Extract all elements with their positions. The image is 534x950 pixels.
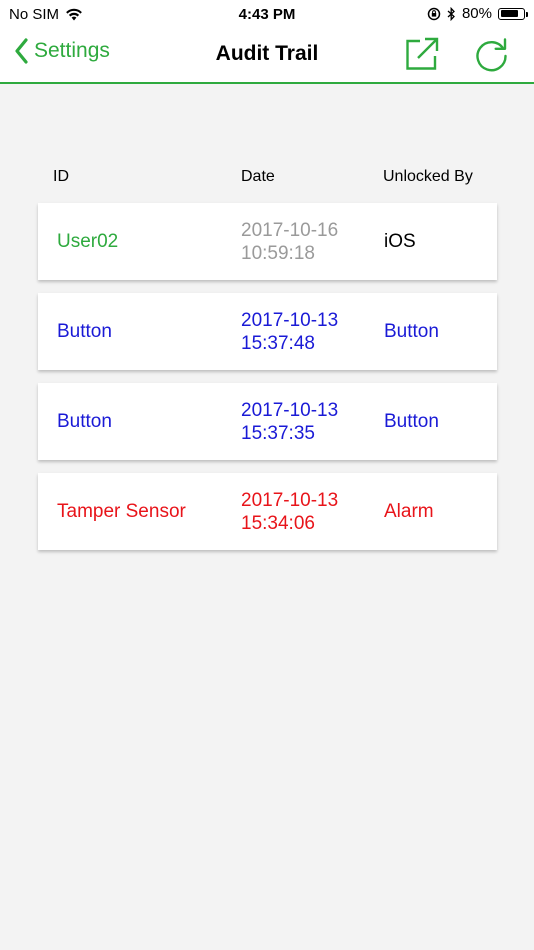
row-id: Button xyxy=(57,320,112,342)
row-date-time: 15:34:06 xyxy=(241,513,315,534)
refresh-icon xyxy=(476,38,507,72)
row-id: User02 xyxy=(57,230,119,252)
row-date-time: 10:59:18 xyxy=(241,243,315,264)
battery-icon xyxy=(498,7,528,20)
audit-list: User02 2017-10-16 10:59:18 iOS Button 20… xyxy=(38,203,497,563)
row-date-day: 2017-10-13 xyxy=(241,400,339,421)
page-title: Audit Trail xyxy=(215,42,319,65)
row-id: Tamper Sensor xyxy=(57,500,186,522)
row-id: Button xyxy=(57,410,112,432)
audit-row[interactable]: Button 2017-10-13 15:37:35 Button xyxy=(38,383,497,460)
row-date: 2017-10-13 15:34:06 xyxy=(241,489,338,535)
battery-tip xyxy=(526,11,528,17)
row-unlocked-by: Button xyxy=(384,410,439,432)
header-date: Date xyxy=(241,168,275,185)
row-date-time: 15:37:35 xyxy=(241,423,315,444)
row-date: 2017-10-13 15:37:35 xyxy=(241,399,338,445)
row-date-day: 2017-10-13 xyxy=(241,310,339,331)
audit-row[interactable]: Button 2017-10-13 15:37:48 Button xyxy=(38,293,497,370)
battery-fill xyxy=(500,10,519,17)
row-date-time: 15:37:48 xyxy=(241,333,315,354)
audit-row[interactable]: Tamper Sensor 2017-10-13 15:34:06 Alarm xyxy=(38,473,497,550)
status-right: 80% xyxy=(427,5,528,22)
status-bar: No SIM 4:43 PM 80% xyxy=(0,0,534,30)
export-button[interactable] xyxy=(404,36,440,72)
orientation-lock-icon xyxy=(427,7,441,20)
row-date-day: 2017-10-13 xyxy=(241,490,339,511)
share-external-icon xyxy=(406,37,439,70)
row-unlocked-by: Alarm xyxy=(384,500,434,522)
refresh-button[interactable] xyxy=(474,36,510,72)
header-id: ID xyxy=(53,168,69,185)
row-date: 2017-10-13 15:37:48 xyxy=(241,309,338,355)
battery-percent: 80% xyxy=(461,5,492,22)
header-unlocked-by: Unlocked By xyxy=(383,168,473,185)
top-bar: No SIM 4:43 PM 80% Settings Audit Trail xyxy=(0,0,534,84)
row-unlocked-by: iOS xyxy=(384,230,416,252)
audit-row[interactable]: User02 2017-10-16 10:59:18 iOS xyxy=(38,203,497,280)
row-date-day: 2017-10-16 xyxy=(241,220,339,241)
row-date: 2017-10-16 10:59:18 xyxy=(241,219,338,265)
row-unlocked-by: Button xyxy=(384,320,439,342)
bluetooth-icon xyxy=(447,6,455,21)
